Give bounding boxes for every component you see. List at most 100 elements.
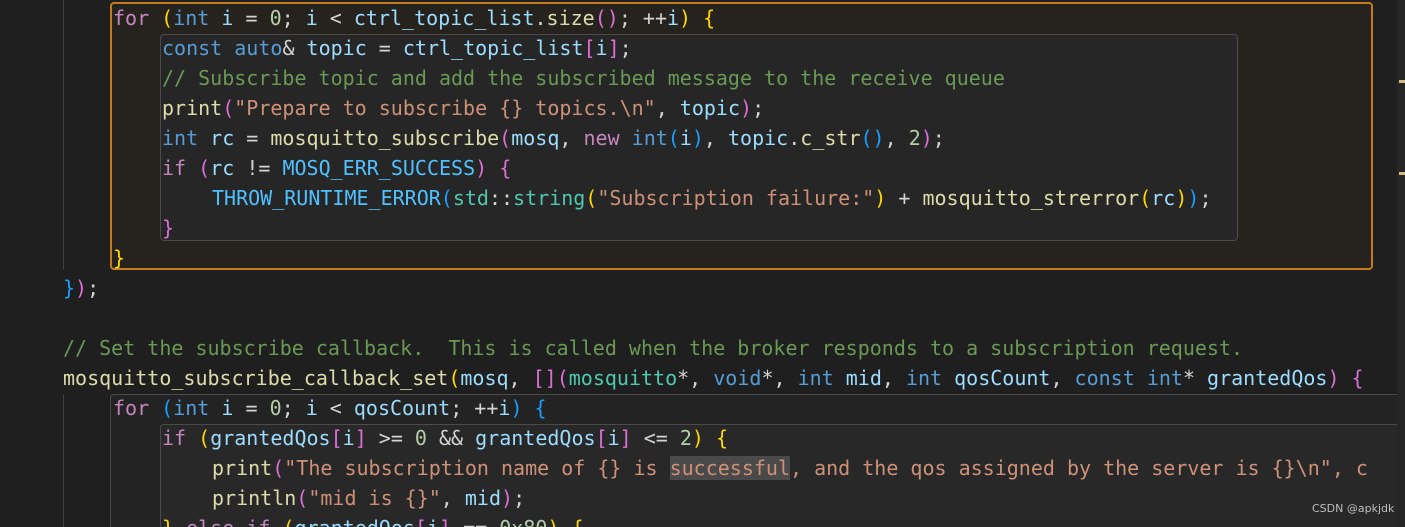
code-token: , and the qos assigned by the server is … (790, 456, 1368, 480)
code-token: ctrl_topic_list (353, 6, 535, 30)
code-token: , (440, 486, 465, 510)
code-token: ) (75, 276, 88, 300)
code-token: ) (475, 156, 488, 180)
code-token: ; (281, 6, 306, 30)
code-token: + (886, 186, 923, 210)
code-token: grantedQos (1207, 366, 1328, 390)
code-token: [ (330, 426, 343, 450)
code-token: i (595, 36, 608, 60)
code-token: 0x80 (499, 516, 547, 527)
code-token: if (162, 426, 187, 450)
code-token: ( (161, 6, 174, 30)
code-token: ) (510, 396, 523, 420)
code-token: for (113, 6, 150, 30)
line-close-if[interactable]: } (162, 213, 174, 243)
line-for-ctrl-topic[interactable]: for (int i = 0; i < ctrl_topic_list.size… (113, 3, 715, 33)
code-token: // Set the subscribe callback. This is c… (63, 336, 1244, 360)
line-else-if[interactable]: } else if (grantedQos[i] == 0x80) { (162, 513, 584, 527)
code-token: 0 (269, 6, 282, 30)
code-token: "mid is {}" (308, 486, 441, 510)
code-token: == (451, 516, 499, 527)
code-token: ) (1327, 366, 1340, 390)
code-token: MOSQ_ERR_SUCCESS (282, 156, 476, 180)
code-token: if (162, 156, 187, 180)
code-token: () (860, 126, 885, 150)
code-token: [ (595, 426, 608, 450)
code-token: 2 (908, 126, 921, 150)
code-token: ) (1187, 186, 1200, 210)
code-token: 0 (269, 396, 282, 420)
code-token: ( (198, 426, 211, 450)
code-token: ( (198, 156, 211, 180)
code-token: ; (1199, 186, 1212, 210)
code-token: ++ (474, 396, 499, 420)
code-token: < (317, 396, 354, 420)
line-if-rc[interactable]: if (rc != MOSQ_ERR_SUCCESS) { (162, 153, 511, 183)
code-token: if (246, 516, 270, 527)
code-token: ( (296, 486, 309, 510)
line-close-lambda[interactable]: }); (63, 273, 99, 303)
code-token: print (162, 96, 223, 120)
code-token: != (234, 156, 283, 180)
code-token: ] (607, 36, 620, 60)
code-token: ; (619, 36, 632, 60)
line-throw-runtime-error[interactable]: THROW_RUNTIME_ERROR(std::string("Subscri… (212, 183, 1212, 213)
line-close-for[interactable]: } (113, 243, 125, 273)
code-token: = (233, 6, 270, 30)
code-token: ++ (642, 6, 667, 30)
code-token: int (173, 396, 210, 420)
code-token: i (342, 426, 355, 450)
code-token: grantedQos (295, 516, 415, 527)
code-token: mosquitto_subscribe (270, 126, 500, 150)
code-token: mid (464, 486, 502, 510)
scrollbar-marker (1399, 80, 1405, 83)
code-token: THROW_RUNTIME_ERROR (212, 186, 441, 210)
code-token: qosCount (353, 396, 451, 420)
code-token: ; (87, 276, 100, 300)
line-for-qoscount[interactable]: for (int i = 0; i < qosCount; ++i) { (113, 393, 547, 423)
code-token: mid (845, 366, 882, 390)
line-const-auto-topic[interactable]: const auto& topic = ctrl_topic_list[i]; (162, 33, 632, 63)
code-token: qosCount (954, 366, 1051, 390)
line-int-rc[interactable]: int rc = mosquitto_subscribe(mosq, new i… (162, 123, 945, 153)
code-token: * (1182, 366, 1208, 390)
line-subscribe-callback-set[interactable]: mosquitto_subscribe_callback_set(mosq, [… (63, 363, 1364, 393)
code-token: topic (728, 126, 789, 150)
code-token: ] (619, 426, 632, 450)
code-token: ] (439, 516, 451, 527)
line-if-granted[interactable]: if (grantedQos[i] >= 0 && grantedQos[i] … (162, 423, 728, 453)
code-token: auto (234, 36, 283, 60)
code-token: i (305, 396, 318, 420)
code-editor[interactable]: for (int i = 0; i < ctrl_topic_list.size… (0, 0, 1405, 527)
code-token: { (534, 396, 547, 420)
code-token: , (881, 366, 906, 390)
line-comment-subscribe-topic[interactable]: // Subscribe topic and add the subscribe… (162, 63, 1005, 93)
code-token: ) (1175, 186, 1188, 210)
code-token: . (788, 126, 801, 150)
code-token: rc (210, 156, 235, 180)
code-token: ) (920, 126, 933, 150)
code-token: ( (499, 126, 512, 150)
line-print-prepare[interactable]: print("Prepare to subscribe {} topics.\n… (162, 93, 764, 123)
code-token: ( (556, 366, 569, 390)
code-token: grantedQos (210, 426, 331, 450)
code-token: ) (691, 426, 704, 450)
code-token: = (234, 126, 271, 150)
code-token: mosq (460, 366, 509, 390)
code-token: println (212, 486, 297, 510)
code-token: { (703, 6, 716, 30)
line-comment-set-callback[interactable]: // Set the subscribe callback. This is c… (63, 333, 1243, 363)
code-token: mosquitto (568, 366, 678, 390)
code-token: ; (932, 126, 945, 150)
line-print-successful[interactable]: print("The subscription name of {} is su… (212, 453, 1368, 483)
code-token: i (427, 516, 439, 527)
code-token: int (162, 126, 199, 150)
line-println-mid[interactable]: println("mid is {}", mid); (212, 483, 525, 513)
code-token: grantedQos (475, 426, 596, 450)
